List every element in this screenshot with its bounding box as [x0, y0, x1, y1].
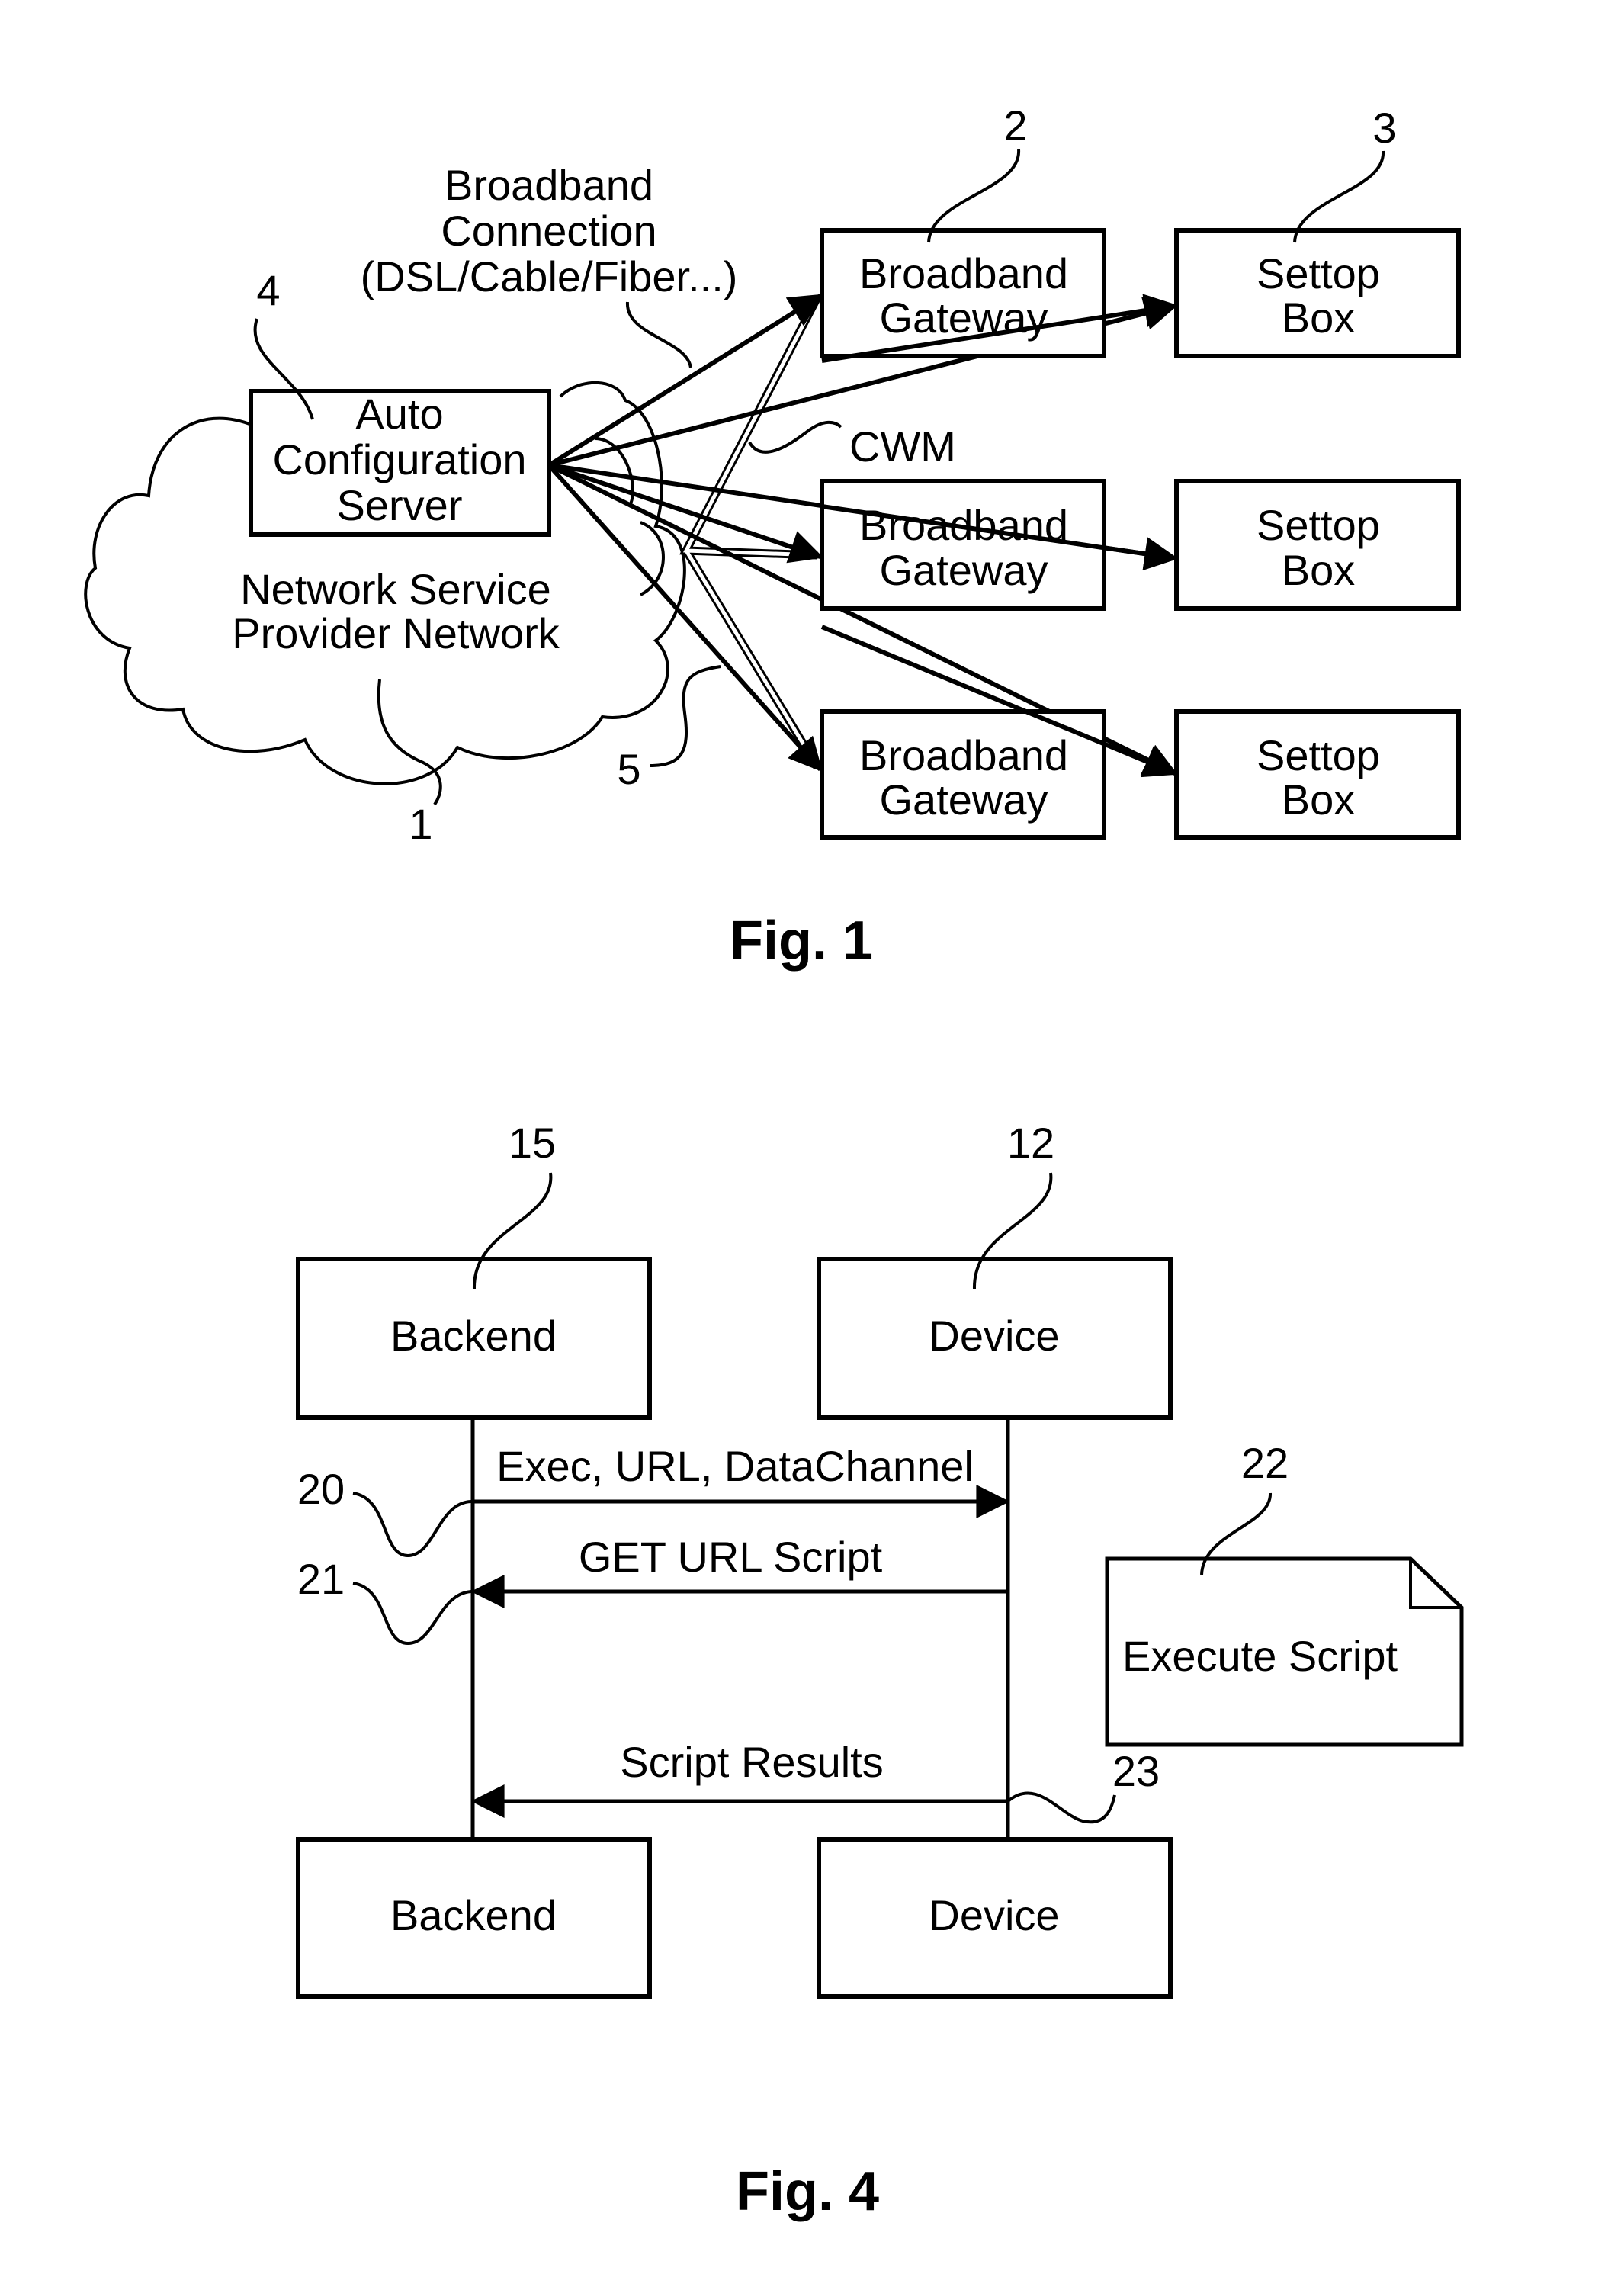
device-bottom-label: Device	[929, 1891, 1059, 1939]
message-21-label: GET URL Script	[579, 1533, 883, 1581]
device-top-label: Device	[929, 1312, 1059, 1360]
ref-label-15: 15	[509, 1119, 556, 1167]
gateway-1-label-line-2: Gateway	[880, 294, 1048, 342]
ref-23-leader	[1006, 1791, 1116, 1824]
cloud-label-line-2: Provider Network	[232, 609, 560, 657]
settop-1-label-line-1: Settop	[1257, 249, 1380, 297]
ref-label-1: 1	[409, 800, 432, 848]
figure-4-caption: Fig. 4	[736, 2161, 879, 2222]
acs-label-line-1: Auto	[355, 390, 443, 438]
ref-1-leader	[377, 679, 442, 806]
patent-drawing-sheet: Network Service Provider Network 1 Auto …	[84, 101, 1464, 2222]
settop-box-2: Settop Box	[1174, 479, 1461, 611]
ref-21-leader	[352, 1582, 472, 1646]
note-label: Execute Script	[1122, 1632, 1398, 1680]
connection-label-line-1: Broadband	[445, 161, 653, 209]
ref-label-20: 20	[297, 1465, 345, 1513]
ref-label-21: 21	[297, 1555, 345, 1603]
settop-box-1: Settop Box	[1174, 228, 1461, 358]
acs-label-line-2: Configuration	[272, 435, 526, 483]
backend-bottom-label: Backend	[390, 1891, 557, 1939]
ref-20-leader	[352, 1492, 472, 1558]
ref-label-3: 3	[1372, 104, 1396, 152]
backend-box-bottom: Backend	[296, 1837, 652, 1999]
gateway-3-label-line-1: Broadband	[859, 731, 1068, 779]
connection-label-line-2: Connection	[441, 207, 656, 255]
figure-1: Network Service Provider Network 1 Auto …	[84, 101, 1461, 972]
ref-label-12: 12	[1007, 1119, 1054, 1167]
cwm-label: CWM	[849, 422, 956, 471]
settop-box-3: Settop Box	[1174, 709, 1461, 840]
device-box-bottom: Device	[817, 1837, 1173, 1999]
settop-3-label-line-2: Box	[1282, 776, 1356, 824]
ref-label-23: 23	[1112, 1747, 1160, 1795]
settop-1-label-line-2: Box	[1282, 294, 1356, 342]
arrow-acs-to-gateway-1	[547, 294, 823, 467]
acs-label-line-3: Server	[337, 481, 463, 529]
broadband-gateway-2: Broadband Gateway	[820, 479, 1106, 611]
cwm-leader	[748, 420, 842, 454]
settop-3-label-line-1: Settop	[1257, 731, 1380, 779]
ref-label-4: 4	[256, 266, 280, 314]
ref-5-leader	[649, 665, 721, 767]
gateway-2-label-line-2: Gateway	[880, 546, 1048, 594]
message-20-label: Exec, URL, DataChannel	[496, 1442, 974, 1490]
device-box-top: Device	[817, 1257, 1173, 1420]
ref-label-5: 5	[617, 745, 640, 793]
backend-top-label: Backend	[390, 1312, 557, 1360]
cloud-label-line-1: Network Service	[240, 565, 551, 613]
ref-label-22: 22	[1241, 1439, 1289, 1487]
figure-1-caption: Fig. 1	[730, 911, 873, 972]
connection-label-line-3: (DSL/Cable/Fiber...)	[361, 252, 738, 300]
gateway-3-label-line-2: Gateway	[880, 776, 1048, 824]
figure-4: Backend 15 Device 12 Exec, URL, DataChan…	[296, 1119, 1464, 2222]
message-23-label: Script Results	[620, 1738, 883, 1786]
gateway-1-label-line-1: Broadband	[859, 249, 1068, 297]
settop-2-label-line-1: Settop	[1257, 501, 1380, 549]
broadband-gateway-3: Broadband Gateway	[820, 709, 1106, 840]
ref-label-2: 2	[1003, 101, 1027, 149]
connection-leader	[625, 301, 692, 368]
settop-2-label-line-2: Box	[1282, 546, 1356, 594]
